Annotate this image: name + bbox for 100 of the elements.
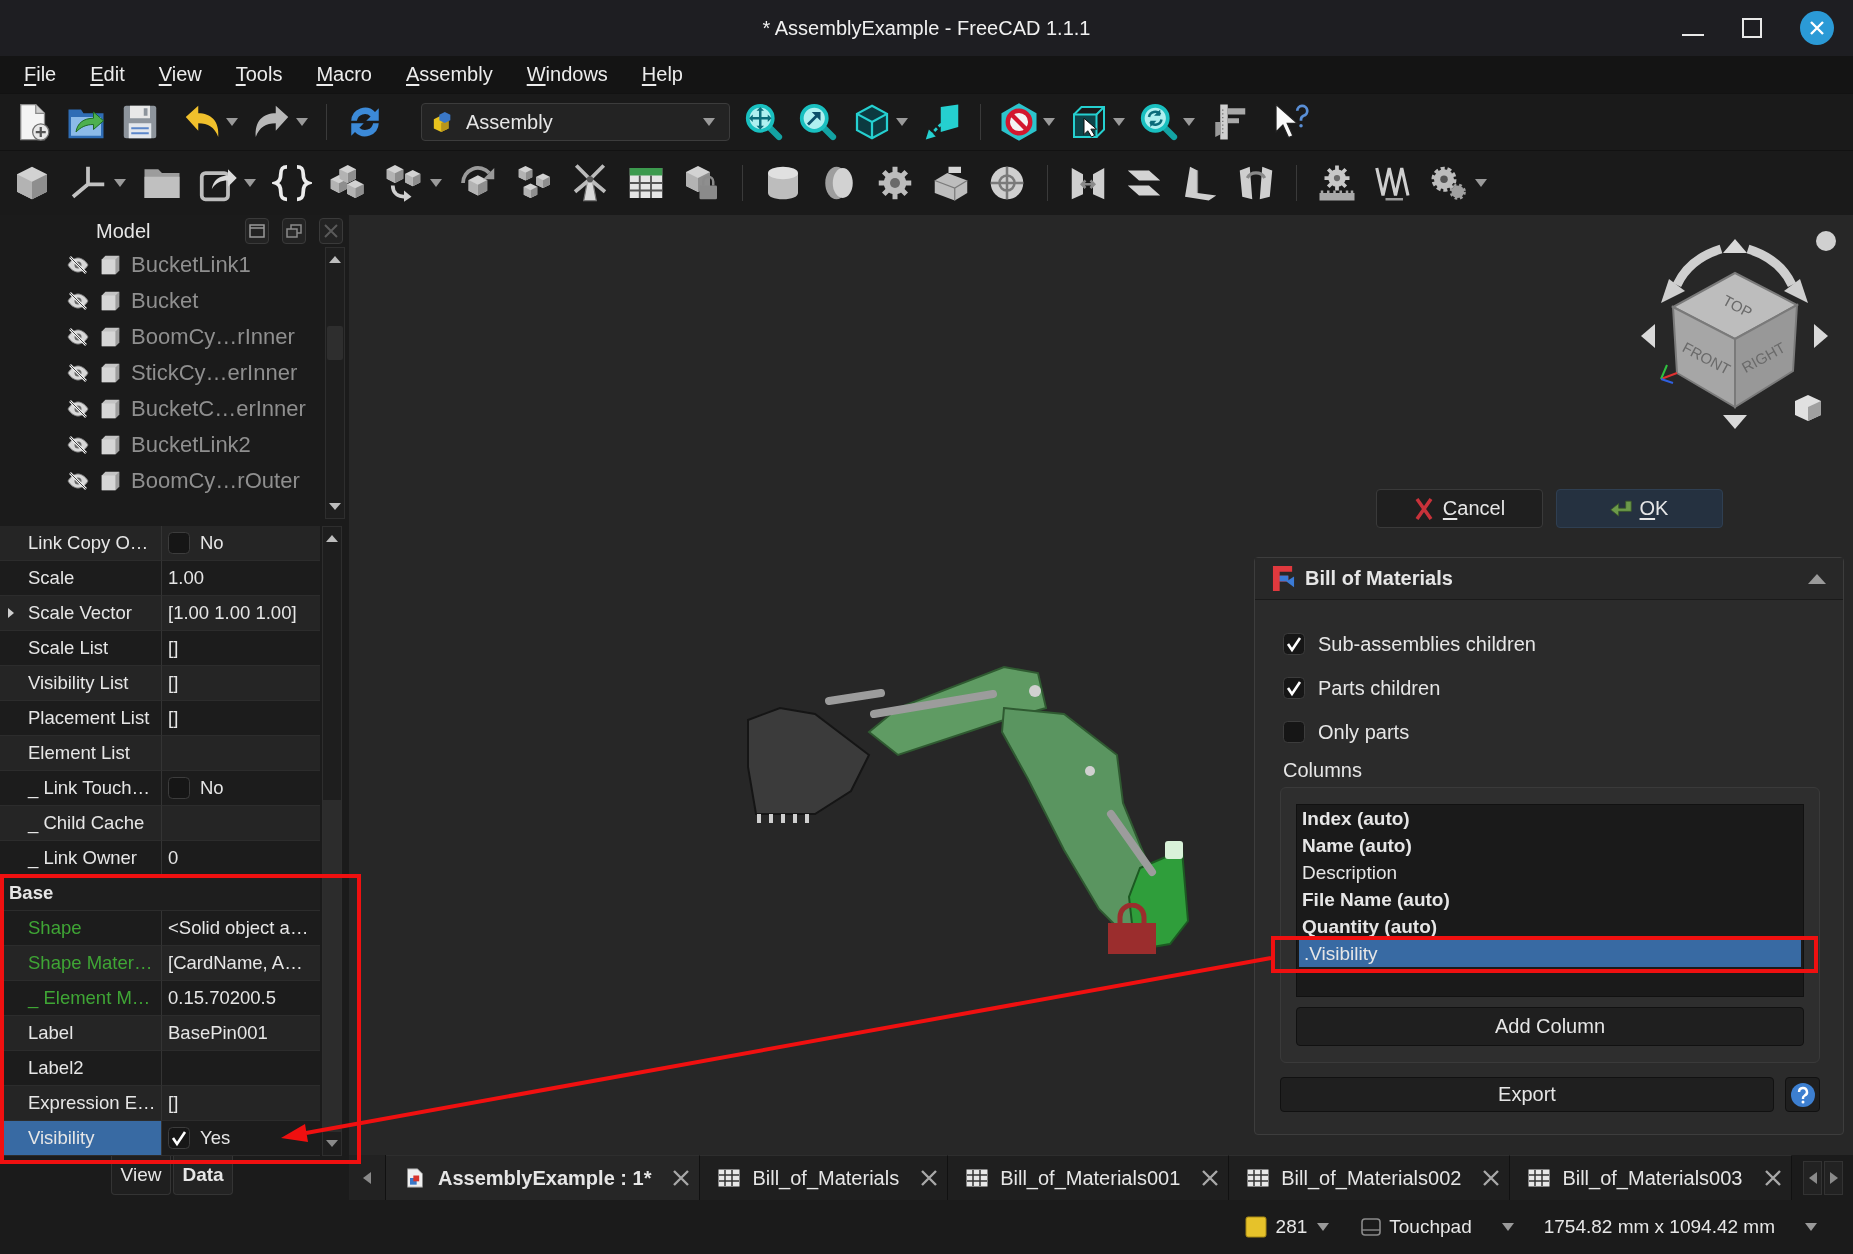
triangle-up-icon[interactable] — [329, 256, 341, 263]
document-tab[interactable]: Bill_of_Materials001 — [948, 1155, 1230, 1200]
magnifier-arrow-icon[interactable] — [798, 102, 838, 142]
checkbox-label[interactable]: Sub-assemblies children — [1318, 632, 1536, 656]
gear-rack-icon[interactable] — [1317, 163, 1357, 203]
tree-item[interactable]: BucketLink2 — [131, 432, 251, 458]
triangle-left-icon[interactable] — [1641, 324, 1655, 348]
crossed-eye-icon[interactable] — [67, 364, 89, 382]
menu-item[interactable]: Assembly — [389, 63, 510, 86]
caret-icon[interactable] — [1475, 179, 1487, 187]
scrollbar-thumb[interactable] — [323, 800, 341, 1132]
triangle-up-icon[interactable] — [326, 535, 338, 542]
collapse-triangle-icon[interactable] — [1808, 573, 1826, 584]
braces-icon[interactable] — [272, 163, 312, 203]
tree-item[interactable]: StickCy…erInner — [131, 360, 298, 386]
maximize-icon[interactable] — [1742, 18, 1762, 38]
crossed-eye-icon[interactable] — [67, 328, 89, 346]
add-column-button[interactable]: Add Column — [1296, 1007, 1804, 1046]
export-button[interactable]: Export — [1280, 1077, 1774, 1112]
menu-item[interactable]: Edit — [73, 63, 142, 86]
checkbox[interactable] — [1283, 633, 1305, 655]
menu-item[interactable]: File — [7, 63, 74, 86]
list-item[interactable]: Index (auto) — [1297, 805, 1803, 832]
menu-item[interactable]: Tools — [218, 63, 300, 86]
close-icon[interactable] — [1764, 1170, 1781, 1186]
curved-arrow-icon[interactable] — [1661, 244, 1723, 303]
caret-icon[interactable] — [703, 118, 715, 126]
menu-item[interactable]: Windows — [509, 63, 625, 86]
caret-icon[interactable] — [896, 118, 908, 126]
tree-item[interactable]: BucketLink1 — [131, 252, 251, 278]
scroll-left-button[interactable] — [1803, 1160, 1822, 1195]
caret-icon[interactable] — [296, 118, 308, 126]
selection-count[interactable]: 281 — [1275, 1216, 1308, 1238]
crossed-eye-icon[interactable] — [67, 400, 89, 418]
checkbox[interactable] — [168, 532, 190, 554]
cancel-button[interactable]: Cancel — [1375, 489, 1543, 528]
triangle-down-icon[interactable] — [326, 1140, 338, 1147]
tree-item[interactable]: Bucket — [131, 288, 199, 314]
document-tab[interactable]: AssemblyExample : 1* — [386, 1155, 701, 1200]
tree-item[interactable]: BoomCy…rInner — [131, 324, 295, 350]
checkbox-label[interactable]: Only parts — [1318, 720, 1410, 744]
caret-icon[interactable] — [114, 179, 126, 187]
list-item[interactable]: .Visibility — [1299, 940, 1801, 967]
list-item[interactable]: Description — [1297, 859, 1803, 886]
checkbox-label[interactable]: Parts children — [1318, 676, 1441, 700]
caret-icon[interactable] — [1501, 1223, 1514, 1231]
navigation-style[interactable]: Touchpad — [1389, 1216, 1472, 1238]
caret-icon[interactable] — [1183, 118, 1195, 126]
caret-icon[interactable] — [1805, 1223, 1817, 1231]
caret-icon[interactable] — [1317, 1223, 1330, 1231]
triangle-right-icon[interactable] — [1814, 324, 1828, 348]
no-entry-icon[interactable] — [999, 102, 1039, 142]
checkbox[interactable] — [1283, 721, 1305, 743]
close-icon[interactable] — [673, 1170, 690, 1186]
cube-icon[interactable] — [1795, 395, 1821, 421]
scrollbar[interactable] — [325, 247, 345, 519]
panel-tab[interactable]: Data — [173, 1156, 233, 1195]
workbench-dropdown[interactable]: Assembly — [421, 103, 730, 141]
scroll-right-button[interactable] — [1824, 1160, 1843, 1195]
caret-icon[interactable] — [430, 179, 442, 187]
help-button[interactable] — [1785, 1077, 1820, 1112]
triangle-down-icon[interactable] — [1723, 415, 1747, 429]
caret-icon[interactable] — [226, 118, 238, 126]
float-button[interactable] — [282, 218, 306, 244]
close-icon[interactable] — [1483, 1170, 1500, 1186]
caret-icon[interactable] — [1113, 118, 1125, 126]
checkbox[interactable] — [168, 1127, 190, 1149]
list-item[interactable]: Name (auto) — [1297, 832, 1803, 859]
document-tab[interactable]: Bill_of_Materials003 — [1510, 1155, 1792, 1200]
triangle-down-icon[interactable] — [329, 503, 341, 510]
caret-icon[interactable] — [244, 179, 256, 187]
document-tab[interactable]: Bill_of_Materials002 — [1229, 1155, 1511, 1200]
crossed-eye-icon[interactable] — [67, 472, 89, 490]
ok-button[interactable]: OK — [1555, 489, 1723, 528]
checkbox[interactable] — [168, 777, 190, 799]
close-icon[interactable] — [1800, 11, 1834, 45]
view-dimensions[interactable]: 1754.82 mm x 1094.42 mm — [1543, 1216, 1775, 1238]
panel-tab[interactable]: View — [111, 1156, 171, 1195]
menu-item[interactable]: Macro — [299, 63, 389, 86]
scroll-left-button[interactable] — [349, 1155, 386, 1200]
crossed-eye-icon[interactable] — [67, 256, 89, 274]
dock-button[interactable] — [245, 218, 269, 244]
property-name-cell[interactable]: _ Link Owner — [0, 841, 162, 876]
document-tab[interactable]: Bill_of_Materials — [700, 1155, 949, 1200]
tree-item[interactable]: BoomCy…rOuter — [131, 468, 300, 494]
menu-item[interactable]: View — [141, 63, 219, 86]
circle-icon[interactable] — [1816, 231, 1836, 251]
checkbox[interactable] — [1283, 677, 1305, 699]
close-icon[interactable] — [1202, 1170, 1219, 1186]
magnifier-refresh-icon[interactable] — [1139, 102, 1179, 142]
caret-icon[interactable] — [1043, 118, 1055, 126]
crossed-eye-icon[interactable] — [67, 436, 89, 454]
list-item[interactable]: File Name (auto) — [1297, 886, 1803, 913]
close-icon[interactable] — [921, 1170, 938, 1186]
tree-item[interactable]: BucketC…erInner — [131, 396, 306, 422]
crossed-eye-icon[interactable] — [67, 292, 89, 310]
menu-item[interactable]: Help — [624, 63, 700, 86]
triangle-up-icon[interactable] — [1723, 239, 1747, 253]
scrollbar[interactable] — [322, 526, 342, 1156]
expand-triangle-icon[interactable] — [5, 608, 16, 618]
